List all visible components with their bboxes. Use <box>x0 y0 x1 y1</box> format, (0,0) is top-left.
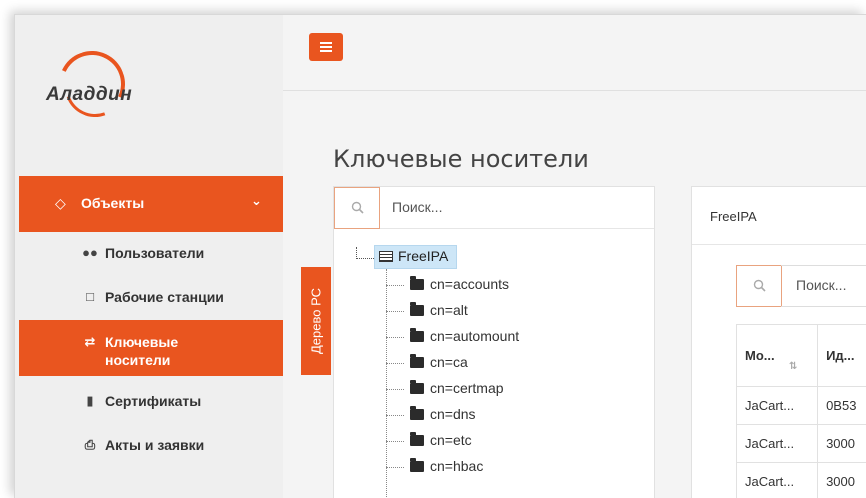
folder-icon <box>410 328 424 342</box>
sidebar-item-label: Акты и заявки <box>105 437 205 453</box>
folder-icon <box>410 302 424 316</box>
menu-toggle-button[interactable] <box>309 33 343 61</box>
column-header-model[interactable]: Мо... ⇅ <box>735 324 819 387</box>
page-title: Ключевые носители <box>333 145 589 173</box>
table-row[interactable]: JaCart... 3000 <box>735 424 866 463</box>
table-header-row: Мо... ⇅ Ид... <box>735 324 866 387</box>
tree-search <box>334 187 654 229</box>
folder-icon <box>410 432 424 446</box>
sidebar-group-label: Объекты <box>81 195 145 211</box>
app-window: Аладдин ◇ Объекты ⌄ ●● Пользователи □ Ра… <box>14 14 866 498</box>
tree-node-label: cn=ca <box>430 354 468 370</box>
table-search <box>736 265 866 307</box>
table-cell: JaCart... <box>735 386 819 425</box>
sidebar-item-label: Рабочие станции <box>105 289 224 305</box>
desktop-icon: □ <box>86 289 94 304</box>
table-cell: 3000 <box>817 424 866 463</box>
tree-tab[interactable]: Дерево РС <box>301 267 331 375</box>
folder-icon <box>410 380 424 394</box>
detail-panel-header: FreeIPA <box>692 187 866 245</box>
detail-panel-title: FreeIPA <box>710 209 757 224</box>
table-row[interactable]: JaCart... 3000 <box>735 462 866 498</box>
sidebar-item-acts[interactable]: ⎙ Акты и заявки <box>19 424 283 468</box>
tree-node-label: cn=accounts <box>430 276 509 292</box>
tree-connector <box>356 247 374 259</box>
usb-icon: ⇄ <box>84 334 96 349</box>
tree-tab-label: Дерево РС <box>308 287 324 355</box>
tree-node-label: FreeIPA <box>398 248 449 264</box>
table-row[interactable]: JaCart... 0B53 <box>735 386 866 425</box>
table-search-input[interactable] <box>796 277 866 293</box>
users-icon: ●● <box>82 245 98 260</box>
detail-panel: FreeIPA Мо...⇅ Ид... JaCart... 0B53 JaCa… <box>691 186 866 498</box>
tree-node-label: cn=alt <box>430 302 468 318</box>
sidebar: Аладдин ◇ Объекты ⌄ ●● Пользователи □ Ра… <box>15 15 283 498</box>
tree-node-label: cn=hbac <box>430 458 484 474</box>
server-icon <box>379 251 393 262</box>
search-button[interactable] <box>736 265 782 307</box>
print-icon: ⎙ <box>84 437 96 452</box>
file-icon: ▮ <box>86 393 94 408</box>
search-button[interactable] <box>334 187 380 229</box>
aladdin-logo[interactable]: Аладдин <box>33 41 153 127</box>
table-cell: JaCart... <box>735 462 819 498</box>
folder-icon <box>410 406 424 420</box>
tree-node-label: cn=automount <box>430 328 520 344</box>
table-cell: 0B53 <box>817 386 866 425</box>
search-icon <box>351 201 364 214</box>
sidebar-item-key-carriers[interactable]: ⇄ Ключевые носители <box>19 320 283 376</box>
carriers-table: Мо... ⇅ Ид... JaCart... 0B53 JaCart... 30… <box>735 324 866 498</box>
tree-node-label: cn=etc <box>430 432 472 448</box>
sidebar-item-workstations[interactable]: □ Рабочие станции <box>19 276 283 320</box>
folder-icon <box>410 276 424 290</box>
tree-panel: FreeIPA cn=accounts cn=alt cn=automount … <box>333 186 655 498</box>
chevron-down-icon: ⌄ <box>251 193 262 208</box>
sidebar-item-label: Ключевые носители <box>105 334 179 368</box>
tree-connector <box>386 269 387 498</box>
sidebar-item-label: Сертификаты <box>105 393 202 409</box>
tree-node-label: cn=certmap <box>430 380 504 396</box>
sidebar-group-objects[interactable]: ◇ Объекты ⌄ <box>19 176 283 232</box>
logo-text: Аладдин <box>46 84 133 105</box>
tree-node-label: cn=dns <box>430 406 476 422</box>
table-cell: 3000 <box>817 462 866 498</box>
sort-icon[interactable]: ⇅ <box>789 361 797 372</box>
sidebar-item-label: Пользователи <box>105 245 205 261</box>
topbar <box>283 15 866 91</box>
sidebar-item-users[interactable]: ●● Пользователи <box>19 232 283 276</box>
search-icon <box>753 279 766 292</box>
folder-icon <box>410 354 424 368</box>
table-cell: JaCart... <box>735 424 819 463</box>
sidebar-item-certificates[interactable]: ▮ Сертификаты <box>19 380 283 424</box>
gem-icon: ◇ <box>55 195 66 211</box>
column-header-id[interactable]: Ид... <box>817 324 866 387</box>
folder-icon <box>410 458 424 472</box>
tree-search-input[interactable] <box>392 199 632 215</box>
tree-node-root[interactable]: FreeIPA <box>374 245 458 269</box>
